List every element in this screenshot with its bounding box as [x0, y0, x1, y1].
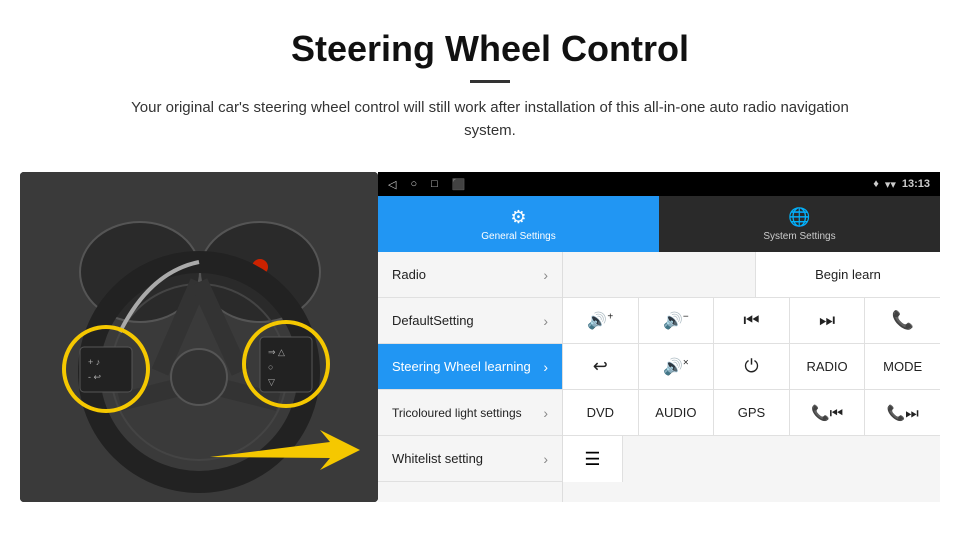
menu-item-tricoloured[interactable]: Tricoloured light settings ›: [378, 390, 562, 436]
phone-next-icon: 📞⏭: [887, 404, 919, 422]
chevron-icon: ›: [543, 313, 548, 329]
general-settings-icon: ⚙: [510, 207, 526, 228]
next-track-button[interactable]: ⏭: [790, 298, 866, 343]
main-area: Radio › DefaultSetting › Steering Wheel …: [378, 252, 940, 502]
home-nav-icon[interactable]: ○: [410, 178, 417, 190]
menu-item-steering-wheel[interactable]: Steering Wheel learning ›: [378, 344, 562, 390]
header-divider: [470, 80, 510, 83]
phone-button[interactable]: 📞: [865, 298, 940, 343]
svg-text:- ↩: - ↩: [88, 372, 101, 382]
control-row-2: ↩ 🔊× ⏻ RADIO MODE: [563, 344, 940, 390]
control-row-4: ☰: [563, 436, 940, 482]
time-display: 13:13: [902, 178, 930, 190]
status-bar-left: ◁ ○ □ ⬛: [388, 178, 465, 191]
chevron-icon: ›: [543, 451, 548, 467]
vol-down-button[interactable]: 🔊−: [639, 298, 715, 343]
power-button[interactable]: ⏻: [714, 344, 790, 389]
back-icon: ↩: [593, 356, 608, 377]
back-button[interactable]: ↩: [563, 344, 639, 389]
tab-general-label: General Settings: [481, 231, 556, 242]
svg-text:+ ♪: + ♪: [88, 357, 100, 367]
gps-icon: ♦: [873, 178, 879, 190]
empty-space: [563, 252, 755, 297]
phone-icon: 📞: [891, 310, 913, 331]
menu-item-radio[interactable]: Radio ›: [378, 252, 562, 298]
mute-icon: 🔊×: [663, 357, 689, 377]
steering-wheel-image: + ♪ - ↩ ⇒ △ ○ ▽: [20, 172, 378, 502]
svg-text:⇒ △: ⇒ △: [268, 347, 285, 357]
prev-icon: ⏮: [743, 310, 759, 331]
status-bar: ◁ ○ □ ⬛ ♦ ▾▾ 13:13: [378, 172, 940, 196]
page-container: Steering Wheel Control Your original car…: [0, 0, 980, 502]
content-area: + ♪ - ↩ ⇒ △ ○ ▽: [20, 172, 960, 502]
tab-system-settings[interactable]: 🌐 System Settings: [659, 196, 940, 252]
radio-button[interactable]: RADIO: [790, 344, 866, 389]
tab-system-label: System Settings: [763, 231, 835, 242]
dvd-button[interactable]: DVD: [563, 390, 639, 435]
status-bar-right: ♦ ▾▾ 13:13: [873, 178, 930, 191]
vol-up-icon: 🔊+: [587, 311, 613, 331]
chevron-icon: ›: [543, 405, 548, 421]
mute-button[interactable]: 🔊×: [639, 344, 715, 389]
svg-text:○: ○: [268, 362, 273, 372]
system-settings-icon: 🌐: [788, 207, 810, 228]
recent-nav-icon[interactable]: □: [431, 178, 438, 190]
signal-icon: ▾▾: [885, 178, 896, 191]
header-subtitle: Your original car's steering wheel contr…: [130, 97, 850, 142]
prev-track-button[interactable]: ⏮: [714, 298, 790, 343]
menu-item-default-setting[interactable]: DefaultSetting ›: [378, 298, 562, 344]
next-icon: ⏭: [819, 310, 835, 331]
chevron-icon: ›: [543, 267, 548, 283]
right-controls: Begin learn 🔊+ 🔊− ⏮: [563, 252, 940, 502]
phone-prev-icon: 📞⏮: [811, 404, 843, 422]
steering-bg: + ♪ - ↩ ⇒ △ ○ ▽: [20, 172, 378, 502]
menu-item-whitelist[interactable]: Whitelist setting ›: [378, 436, 562, 482]
top-control-row: Begin learn: [563, 252, 940, 298]
vol-up-button[interactable]: 🔊+: [563, 298, 639, 343]
audio-button[interactable]: AUDIO: [639, 390, 715, 435]
gps-button[interactable]: GPS: [714, 390, 790, 435]
phone-prev-button[interactable]: 📞⏮: [790, 390, 866, 435]
power-icon: ⏻: [744, 356, 758, 377]
control-row-1: 🔊+ 🔊− ⏮ ⏭ 📞: [563, 298, 940, 344]
back-nav-icon[interactable]: ◁: [388, 178, 396, 191]
page-title: Steering Wheel Control: [40, 28, 940, 70]
screenshot-icon[interactable]: ⬛: [452, 178, 466, 191]
left-menu: Radio › DefaultSetting › Steering Wheel …: [378, 252, 563, 502]
vol-down-icon: 🔊−: [663, 311, 689, 331]
begin-learn-button[interactable]: Begin learn: [755, 252, 940, 297]
hamburger-icon: ☰: [584, 449, 600, 470]
android-panel: ◁ ○ □ ⬛ ♦ ▾▾ 13:13 ⚙ General Settings: [378, 172, 940, 502]
tab-general-settings[interactable]: ⚙ General Settings: [378, 196, 659, 252]
chevron-icon: ›: [543, 359, 548, 375]
phone-next-button[interactable]: 📞⏭: [865, 390, 940, 435]
menu-icon-button[interactable]: ☰: [563, 436, 623, 482]
page-header: Steering Wheel Control Your original car…: [0, 0, 980, 158]
tab-bar: ⚙ General Settings 🌐 System Settings: [378, 196, 940, 252]
svg-text:▽: ▽: [268, 377, 275, 387]
control-row-3: DVD AUDIO GPS 📞⏮ 📞⏭: [563, 390, 940, 436]
mode-button[interactable]: MODE: [865, 344, 940, 389]
